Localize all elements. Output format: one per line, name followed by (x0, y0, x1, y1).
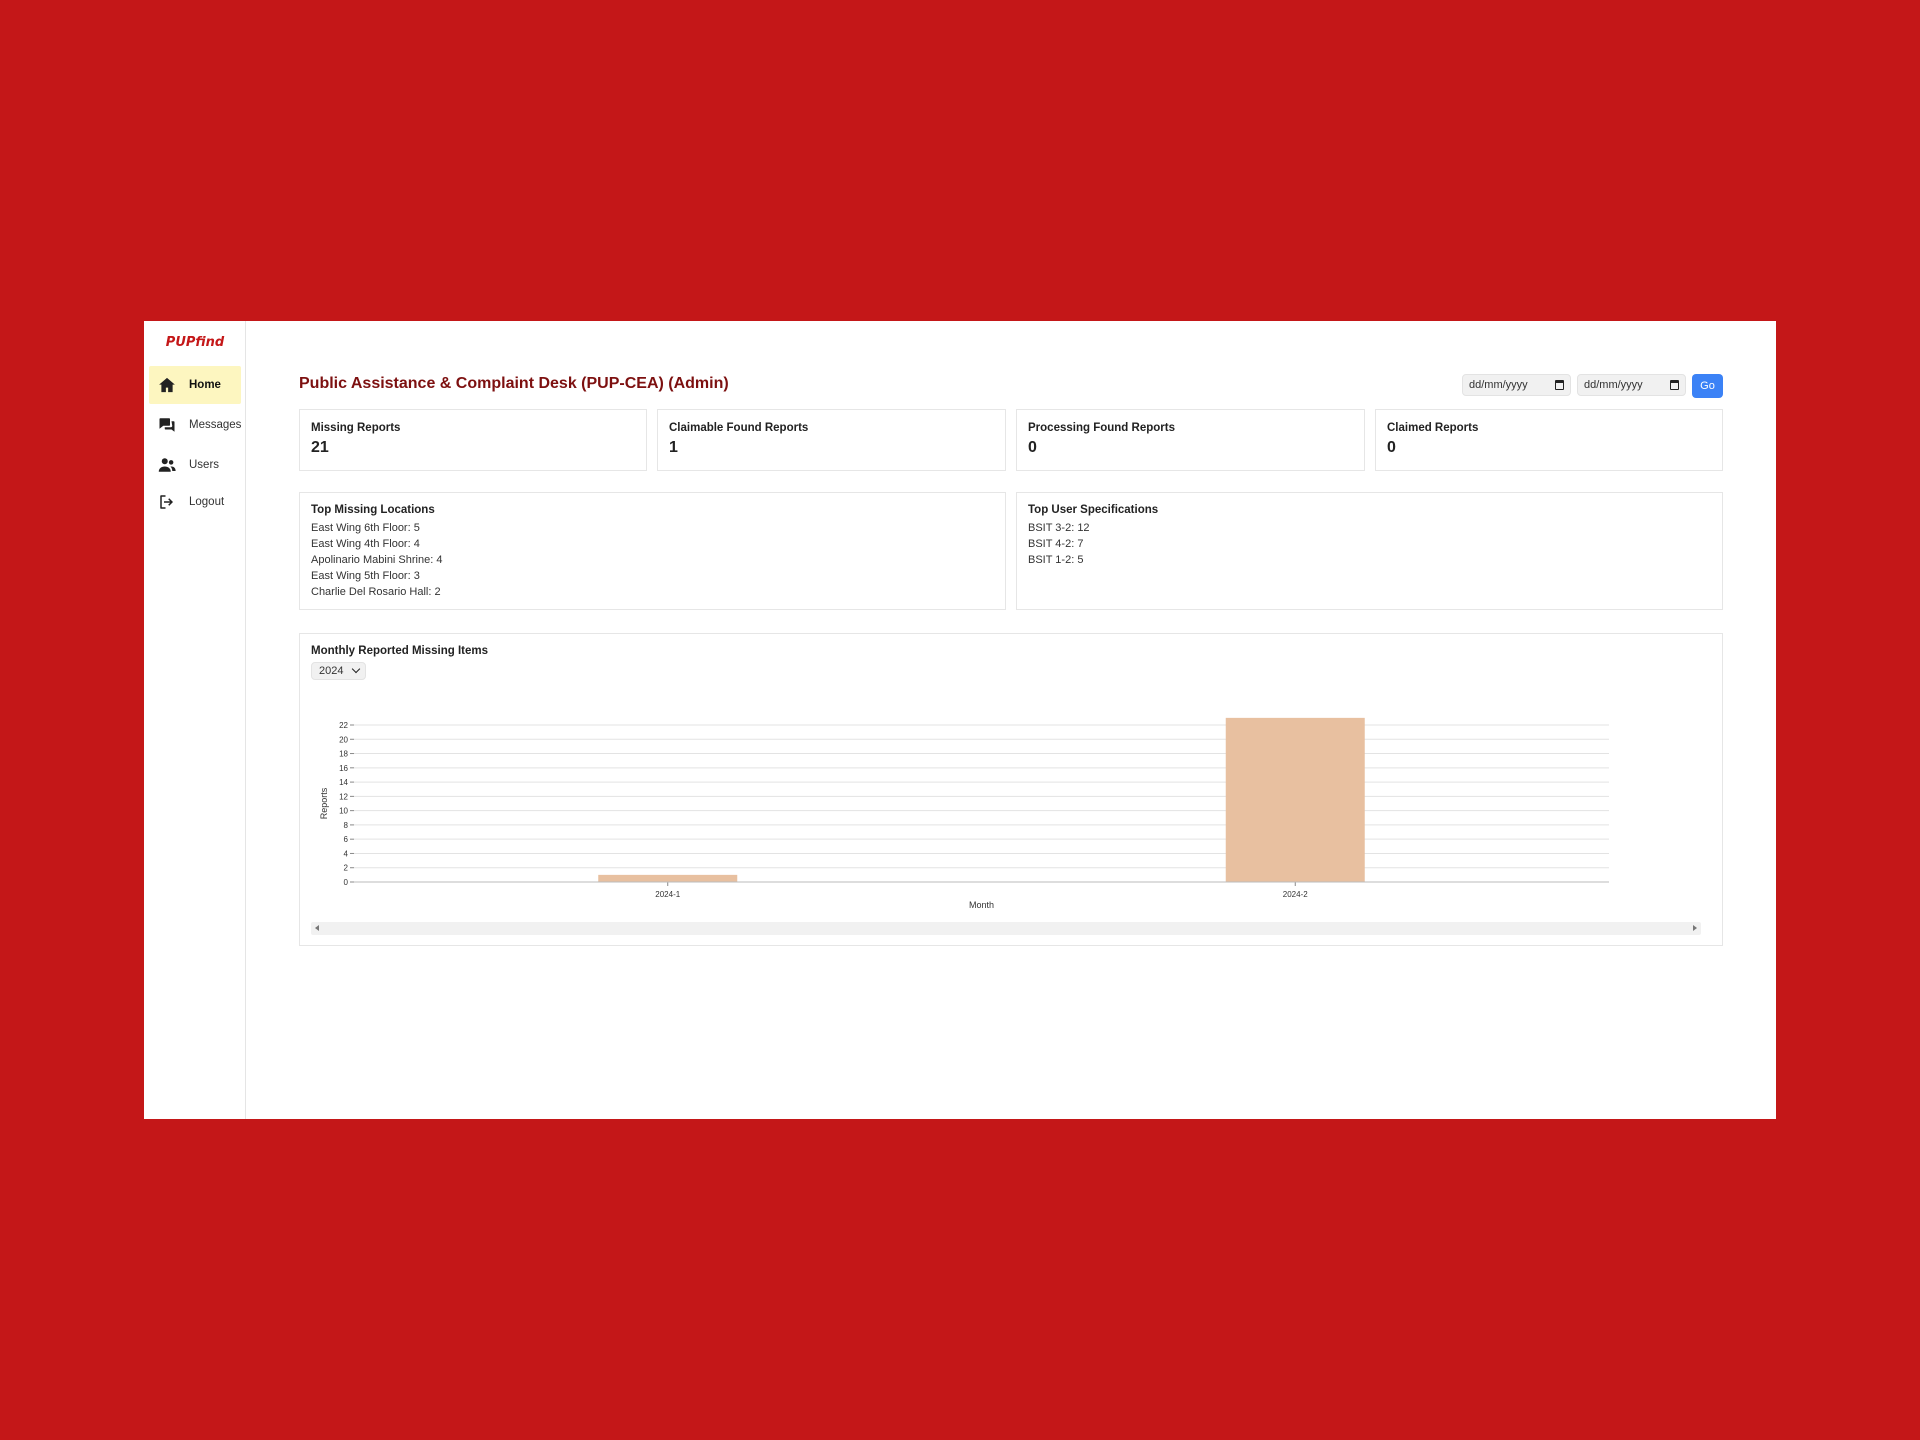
scroll-left-icon[interactable] (315, 925, 319, 931)
y-tick-label: 20 (339, 735, 348, 744)
list-item: East Wing 6th Floor: 5 (311, 522, 420, 534)
sidebar-item-logout[interactable]: Logout (149, 483, 241, 521)
users-icon (158, 458, 176, 472)
stat-card-claimable-found-reports: Claimable Found Reports 1 (657, 409, 1006, 471)
sidebar-item-label: Home (189, 379, 221, 391)
y-tick-label: 8 (344, 821, 349, 830)
top-user-specifications-card: Top User Specifications BSIT 3-2: 12 BSI… (1016, 492, 1723, 610)
x-axis-label: Month (969, 900, 994, 910)
calendar-icon[interactable] (1555, 380, 1564, 390)
app-window: PUPfind Home Messages Users Logout Publi… (144, 321, 1776, 1119)
sidebar: PUPfind Home Messages Users Logout (144, 321, 246, 1119)
page-title: Public Assistance & Complaint Desk (PUP-… (299, 375, 729, 392)
list-item: East Wing 5th Floor: 3 (311, 570, 420, 582)
bar (1225, 717, 1365, 882)
list-title: Top Missing Locations (311, 504, 435, 516)
sidebar-item-users[interactable]: Users (149, 446, 241, 484)
list-item: BSIT 3-2: 12 (1028, 522, 1090, 534)
bar-chart: 0 2 4 6 8 10 12 14 16 18 20 22 2024-1 2024-2 Month Repo… (319, 717, 1609, 910)
locations-list: East Wing 6th Floor: 5 East Wing 4th Flo… (311, 520, 442, 600)
main-content: Public Assistance & Complaint Desk (PUP-… (299, 321, 1723, 1119)
y-tick-label: 14 (339, 778, 348, 787)
y-tick-label: 10 (339, 807, 348, 816)
monthly-chart-card: Monthly Reported Missing Items 2024 0246… (299, 633, 1723, 946)
chart-horizontal-scrollbar[interactable] (311, 922, 1701, 935)
list-item: Apolinario Mabini Shrine: 4 (311, 554, 443, 566)
stat-title: Claimed Reports (1387, 422, 1479, 434)
stat-value: 0 (1387, 439, 1396, 456)
sidebar-item-messages[interactable]: Messages (149, 406, 241, 444)
stat-title: Claimable Found Reports (669, 422, 809, 434)
messages-icon (159, 418, 175, 432)
sidebar-item-label: Users (189, 459, 220, 471)
specifications-list: BSIT 3-2: 12 BSIT 4-2: 7 BSIT 1-2: 5 (1028, 520, 1090, 568)
stat-card-claimed-reports: Claimed Reports 0 (1375, 409, 1723, 471)
y-tick-label: 18 (339, 750, 348, 759)
list-title: Top User Specifications (1028, 504, 1159, 516)
start-date-placeholder: dd/mm/yyyy (1469, 379, 1528, 391)
sidebar-item-home[interactable]: Home (149, 366, 241, 404)
y-tick-label: 22 (339, 721, 348, 730)
stat-card-processing-found-reports: Processing Found Reports 0 (1016, 409, 1365, 471)
list-item: BSIT 1-2: 5 (1028, 554, 1084, 566)
y-tick-label: 16 (339, 764, 348, 773)
stat-value: 21 (311, 439, 329, 456)
stat-value: 1 (669, 439, 678, 456)
go-button[interactable]: Go (1692, 374, 1723, 398)
stat-title: Missing Reports (311, 422, 401, 434)
home-icon (159, 377, 175, 393)
list-item: Charlie Del Rosario Hall: 2 (311, 586, 441, 598)
x-tick-label: 2024-2 (1283, 890, 1308, 899)
sidebar-item-label: Logout (189, 496, 225, 508)
x-tick-label: 2024-1 (655, 890, 680, 899)
list-item: BSIT 4-2: 7 (1028, 538, 1084, 550)
top-missing-locations-card: Top Missing Locations East Wing 6th Floo… (299, 492, 1006, 610)
stat-title: Processing Found Reports (1028, 422, 1175, 434)
y-axis-label: Reports (319, 787, 329, 819)
y-tick-label: 0 (344, 878, 349, 887)
calendar-icon[interactable] (1670, 380, 1679, 390)
scroll-right-icon[interactable] (1693, 925, 1697, 931)
y-tick-label: 4 (344, 849, 349, 858)
logout-icon (160, 495, 173, 509)
start-date-input[interactable]: dd/mm/yyyy (1462, 374, 1571, 396)
end-date-input[interactable]: dd/mm/yyyy (1577, 374, 1686, 396)
list-item: East Wing 4th Floor: 4 (311, 538, 420, 550)
y-tick-label: 6 (344, 835, 349, 844)
stat-value: 0 (1028, 439, 1037, 456)
app-logo: PUPfind (165, 335, 225, 350)
end-date-placeholder: dd/mm/yyyy (1584, 379, 1643, 391)
y-tick-label: 12 (339, 792, 348, 801)
bar (598, 874, 738, 882)
sidebar-item-label: Messages (189, 419, 242, 431)
y-tick-label: 2 (344, 864, 349, 873)
stat-card-missing-reports: Missing Reports 21 (299, 409, 647, 471)
